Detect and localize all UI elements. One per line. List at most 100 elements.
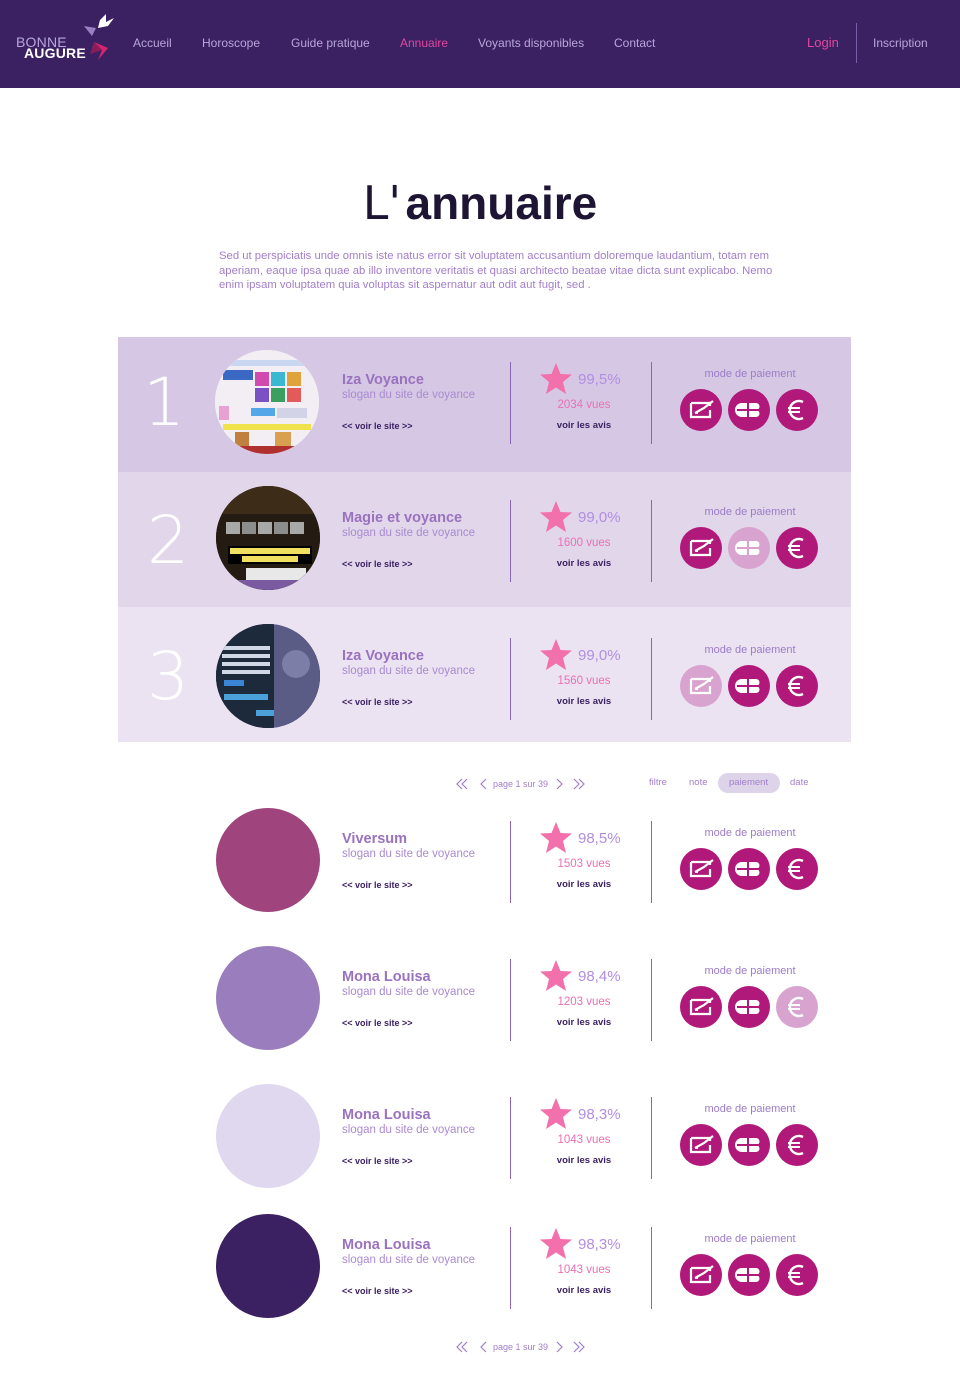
card-payment-icon <box>728 848 770 890</box>
view-reviews-link[interactable]: voir les avis <box>540 1285 628 1296</box>
view-reviews-link[interactable]: voir les avis <box>540 1155 628 1166</box>
title-prefix: L' <box>362 176 402 230</box>
star-icon <box>540 1228 572 1259</box>
divider <box>510 821 511 903</box>
page-indicator: page 1 sur 39 <box>493 1342 549 1352</box>
payment-mode-label: mode de paiement <box>704 506 796 518</box>
site-screenshot-art <box>215 350 319 454</box>
view-reviews-link[interactable]: voir les avis <box>540 879 628 890</box>
site-slogan: slogan du site de voyance <box>342 1254 475 1266</box>
site-thumbnail[interactable] <box>216 946 320 1050</box>
visit-site-link[interactable]: << voir le site >> <box>342 1286 413 1296</box>
euro-payment-icon <box>776 1254 818 1296</box>
divider <box>651 821 652 903</box>
euro-payment-icon <box>776 1124 818 1166</box>
last-page-icon[interactable] <box>572 778 586 790</box>
visit-site-link[interactable]: << voir le site >> <box>342 1156 413 1166</box>
site-slogan: slogan du site de voyance <box>342 527 475 539</box>
prev-page-icon[interactable] <box>477 1341 491 1353</box>
site-name[interactable]: Mona Louisa <box>342 969 431 985</box>
prev-page-icon[interactable] <box>477 778 491 790</box>
divider <box>510 638 511 720</box>
first-page-icon[interactable] <box>455 778 469 790</box>
visit-site-link[interactable]: << voir le site >> <box>342 421 413 431</box>
star-icon <box>540 639 572 670</box>
nav-horoscope[interactable]: Horoscope <box>202 36 260 50</box>
euro-payment-icon <box>776 986 818 1028</box>
card-payment-icon <box>728 1254 770 1296</box>
view-reviews-link[interactable]: voir les avis <box>540 420 628 431</box>
rating-score: 99,0% <box>578 647 621 664</box>
view-count: 1043 vues <box>557 1264 611 1276</box>
nav-contact[interactable]: Contact <box>614 36 655 50</box>
visit-site-link[interactable]: << voir le site >> <box>342 559 413 569</box>
site-logo[interactable]: BONNE AUGURE <box>16 14 116 64</box>
card-payment-icon <box>728 527 770 569</box>
cheque-payment-icon <box>680 665 722 707</box>
view-count: 1503 vues <box>557 858 611 870</box>
star-icon <box>540 960 572 991</box>
visit-site-link[interactable]: << voir le site >> <box>342 1018 413 1028</box>
site-thumbnail[interactable] <box>216 1214 320 1318</box>
site-name[interactable]: Viversum <box>342 831 407 847</box>
login-link[interactable]: Login <box>807 35 839 50</box>
view-reviews-link[interactable]: voir les avis <box>540 696 628 707</box>
payment-mode-label: mode de paiement <box>704 1233 796 1245</box>
payment-mode-label: mode de paiement <box>704 1103 796 1115</box>
cheque-payment-icon <box>680 848 722 890</box>
divider <box>651 959 652 1041</box>
rating-score: 98,3% <box>578 1106 621 1123</box>
divider <box>651 1227 652 1309</box>
site-screenshot[interactable] <box>216 486 320 590</box>
payment-mode-label: mode de paiement <box>704 368 796 380</box>
visit-site-link[interactable]: << voir le site >> <box>342 697 413 707</box>
site-thumbnail[interactable] <box>216 808 320 912</box>
divider <box>510 1097 511 1179</box>
site-screenshot-art <box>216 624 320 728</box>
site-screenshot[interactable] <box>215 350 319 454</box>
payment-mode-label: mode de paiement <box>704 644 796 656</box>
dove-logo-icon <box>84 14 114 60</box>
card-payment-icon <box>728 389 770 431</box>
visit-site-link[interactable]: << voir le site >> <box>342 880 413 890</box>
nav-accueil[interactable]: Accueil <box>133 36 172 50</box>
site-screenshot[interactable] <box>216 624 320 728</box>
view-count: 1600 vues <box>557 537 611 549</box>
site-name[interactable]: Magie et voyance <box>342 510 462 526</box>
nav-voyants-disponibles[interactable]: Voyants disponibles <box>478 36 584 50</box>
filter-note[interactable]: note <box>689 777 708 788</box>
first-page-icon[interactable] <box>455 1341 469 1353</box>
view-count: 1203 vues <box>557 996 611 1008</box>
nav-divider <box>856 23 857 63</box>
next-page-icon[interactable] <box>552 1341 566 1353</box>
star-icon <box>540 363 572 394</box>
euro-payment-icon <box>776 527 818 569</box>
rank-number: 2 <box>147 502 189 579</box>
filter-label: filtre <box>649 777 667 788</box>
euro-payment-icon <box>776 665 818 707</box>
site-name[interactable]: Mona Louisa <box>342 1237 431 1253</box>
star-icon <box>540 501 572 532</box>
next-page-icon[interactable] <box>552 778 566 790</box>
euro-payment-icon <box>776 389 818 431</box>
inscription-link[interactable]: Inscription <box>873 36 928 50</box>
nav-annuaire[interactable]: Annuaire <box>400 36 448 50</box>
site-name[interactable]: Mona Louisa <box>342 1107 431 1123</box>
divider <box>651 638 652 720</box>
divider <box>510 362 511 444</box>
view-reviews-link[interactable]: voir les avis <box>540 558 628 569</box>
divider <box>510 959 511 1041</box>
site-name[interactable]: Iza Voyance <box>342 648 424 664</box>
filter-paiement[interactable]: paiement <box>729 777 768 788</box>
rating-score: 98,3% <box>578 1236 621 1253</box>
rating-score: 99,5% <box>578 371 621 388</box>
site-slogan: slogan du site de voyance <box>342 848 475 860</box>
filter-date[interactable]: date <box>790 777 809 788</box>
site-thumbnail[interactable] <box>216 1084 320 1188</box>
nav-guide-pratique[interactable]: Guide pratique <box>291 36 370 50</box>
site-slogan: slogan du site de voyance <box>342 389 475 401</box>
view-reviews-link[interactable]: voir les avis <box>540 1017 628 1028</box>
rating-score: 99,0% <box>578 509 621 526</box>
last-page-icon[interactable] <box>572 1341 586 1353</box>
site-name[interactable]: Iza Voyance <box>342 372 424 388</box>
